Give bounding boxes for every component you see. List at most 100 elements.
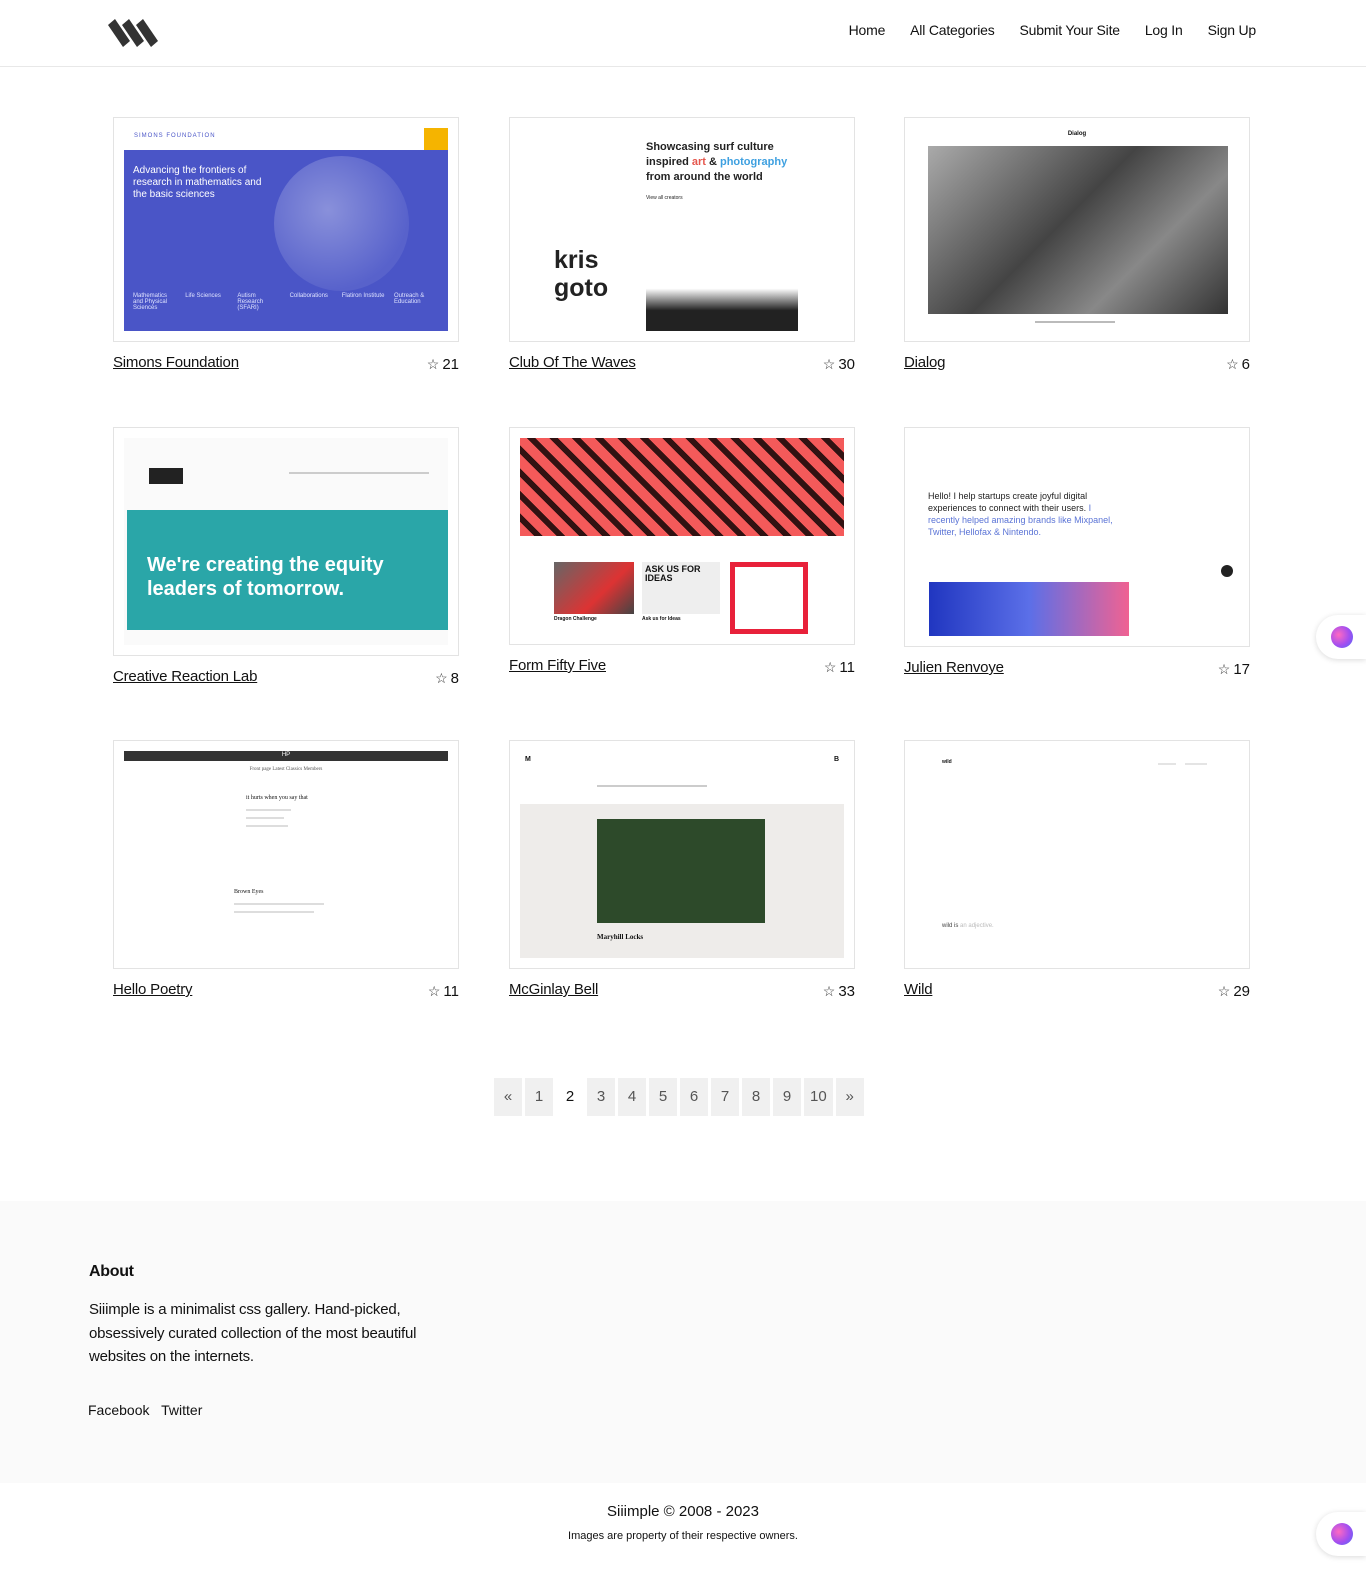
- card-title[interactable]: Dialog: [904, 354, 946, 371]
- star-icon: ☆: [1217, 661, 1231, 677]
- thumb-brand: wild: [942, 759, 952, 765]
- twitter-link[interactable]: Twitter: [161, 1402, 202, 1418]
- thumb-text-line: [234, 903, 324, 905]
- nav-home[interactable]: Home: [849, 22, 886, 38]
- thumb-nav-line: [1158, 763, 1176, 765]
- scroll-dot-icon: [1221, 565, 1233, 577]
- thumb-nav-line: [289, 472, 429, 474]
- thumb-caption-line: [1035, 321, 1115, 323]
- item-image: [554, 562, 634, 614]
- nav-sign-up[interactable]: Sign Up: [1208, 22, 1257, 38]
- assistant-widget-button[interactable]: [1316, 1512, 1366, 1556]
- thumb-brand-right: B: [833, 756, 839, 763]
- card-title[interactable]: Wild: [904, 981, 933, 998]
- thumb-text-line: [246, 825, 288, 827]
- thumb-brand: HP: [281, 752, 291, 758]
- forest-photo: [597, 819, 765, 923]
- thumb-tagline: wild is an adjective.: [942, 923, 994, 929]
- pagination-page-7[interactable]: 7: [711, 1078, 739, 1116]
- site-thumbnail[interactable]: We're creating the equity leaders of tom…: [113, 427, 459, 656]
- about-text: Siiimple is a minimalist css gallery. Ha…: [89, 1301, 417, 1365]
- assistant-widget-button[interactable]: [1316, 615, 1366, 659]
- thumb-nav-line: [1185, 763, 1207, 765]
- about-heading: About: [89, 1263, 134, 1280]
- card-title[interactable]: McGinlay Bell: [509, 981, 598, 998]
- crl-logo: [149, 468, 183, 484]
- star-count[interactable]: ☆ 17: [1218, 661, 1250, 678]
- site-thumbnail[interactable]: HP Front page Latest Classics Members it…: [113, 740, 459, 969]
- card-title[interactable]: Club Of The Waves: [509, 354, 636, 371]
- search-icon: [424, 128, 448, 150]
- pagination-page-5[interactable]: 5: [649, 1078, 677, 1116]
- pagination-page-8[interactable]: 8: [742, 1078, 770, 1116]
- siiimple-logo[interactable]: [108, 19, 160, 47]
- dialog-photo: [928, 146, 1228, 314]
- star-count[interactable]: ☆ 6: [1226, 356, 1250, 373]
- thumb-project-name: Maryhill Locks: [597, 933, 644, 941]
- thumb-headline: Showcasing surf culture inspired art & p…: [646, 141, 788, 201]
- thumb-poem-title: it hurts when you say that: [246, 795, 308, 801]
- star-count[interactable]: ☆ 8: [435, 670, 459, 687]
- card-title[interactable]: Creative Reaction Lab: [113, 668, 257, 685]
- star-icon: ☆: [435, 670, 448, 686]
- nav-log-in[interactable]: Log In: [1145, 22, 1183, 38]
- top-navbar: Home All Categories Submit Your Site Log…: [0, 0, 1366, 67]
- item-image: [730, 562, 808, 634]
- site-thumbnail[interactable]: Dragon Challenge ASK US FOR IDEAS Ask us…: [509, 427, 855, 645]
- thumb-brand-left: M: [525, 756, 531, 763]
- star-icon: ☆: [822, 983, 836, 999]
- pagination-page-1[interactable]: 1: [525, 1078, 553, 1116]
- card-title[interactable]: Hello Poetry: [113, 981, 193, 998]
- star-icon: ☆: [1226, 356, 1239, 372]
- star-count[interactable]: ☆ 21: [427, 356, 459, 373]
- promo-image: ASK US FOR IDEAS: [642, 562, 720, 614]
- star-icon: ☆: [426, 356, 440, 372]
- brain-icon: [1331, 1523, 1353, 1545]
- star-count[interactable]: ☆ 11: [824, 659, 855, 676]
- site-thumbnail[interactable]: M B Maryhill Locks: [509, 740, 855, 969]
- star-icon: ☆: [427, 983, 441, 999]
- pagination-page-10[interactable]: 10: [804, 1078, 833, 1116]
- pagination-prev[interactable]: «: [494, 1078, 522, 1116]
- main-nav: Home All Categories Submit Your Site Log…: [824, 22, 1257, 38]
- star-count[interactable]: ☆ 11: [428, 983, 459, 1000]
- image-rights-note: Images are property of their respective …: [568, 1530, 798, 1542]
- thumb-links: Mathematics and Physical Sciences Life S…: [133, 293, 425, 311]
- copyright: Siiimple © 2008 - 2023: [607, 1503, 759, 1520]
- pagination-page-4[interactable]: 4: [618, 1078, 646, 1116]
- site-thumbnail[interactable]: Dialog: [904, 117, 1250, 342]
- card-title[interactable]: Simons Foundation: [113, 354, 239, 371]
- site-thumbnail[interactable]: Showcasing surf culture inspired art & p…: [509, 117, 855, 342]
- card-title[interactable]: Form Fifty Five: [509, 657, 606, 674]
- thumb-text-line: [597, 785, 707, 787]
- thumb-tabs: Front page Latest Classics Members: [249, 767, 323, 772]
- star-count[interactable]: ☆ 33: [823, 983, 855, 1000]
- thumb-brand: SIMONS FOUNDATION: [134, 133, 216, 139]
- pagination-page-9[interactable]: 9: [773, 1078, 801, 1116]
- site-thumbnail[interactable]: wild wild is an adjective.: [904, 740, 1250, 969]
- brain-icon: [1331, 626, 1353, 648]
- pagination-page-6[interactable]: 6: [680, 1078, 708, 1116]
- star-count[interactable]: ☆ 30: [823, 356, 855, 373]
- pagination-page-3[interactable]: 3: [587, 1078, 615, 1116]
- thumb-artist-name: kris goto: [554, 246, 609, 302]
- star-count[interactable]: ☆ 29: [1218, 983, 1250, 1000]
- thumb-headline: We're creating the equity leaders of tom…: [147, 554, 384, 600]
- nav-all-categories[interactable]: All Categories: [910, 22, 995, 38]
- card-title[interactable]: Julien Renvoye: [904, 659, 1004, 676]
- social-links: Facebook Twitter: [88, 1402, 210, 1418]
- thumb-text-line: [246, 809, 291, 811]
- pagination-next[interactable]: »: [835, 1078, 864, 1116]
- thumb-poem-title: Brown Eyes: [234, 889, 264, 895]
- nav-submit-site[interactable]: Submit Your Site: [1020, 22, 1121, 38]
- facebook-link[interactable]: Facebook: [88, 1402, 149, 1418]
- thumb-text-line: [246, 817, 284, 819]
- thumb-hero: [520, 438, 844, 536]
- site-thumbnail[interactable]: SIMONS FOUNDATION Advancing the frontier…: [113, 117, 459, 342]
- site-footer: About Siiimple is a minimalist css galle…: [0, 1201, 1366, 1483]
- star-icon: ☆: [822, 356, 836, 372]
- site-thumbnail[interactable]: Hello! I help startups create joyful dig…: [904, 427, 1250, 647]
- pagination-page-2-current[interactable]: 2: [556, 1078, 584, 1116]
- star-icon: ☆: [823, 659, 837, 675]
- star-icon: ☆: [1217, 983, 1231, 999]
